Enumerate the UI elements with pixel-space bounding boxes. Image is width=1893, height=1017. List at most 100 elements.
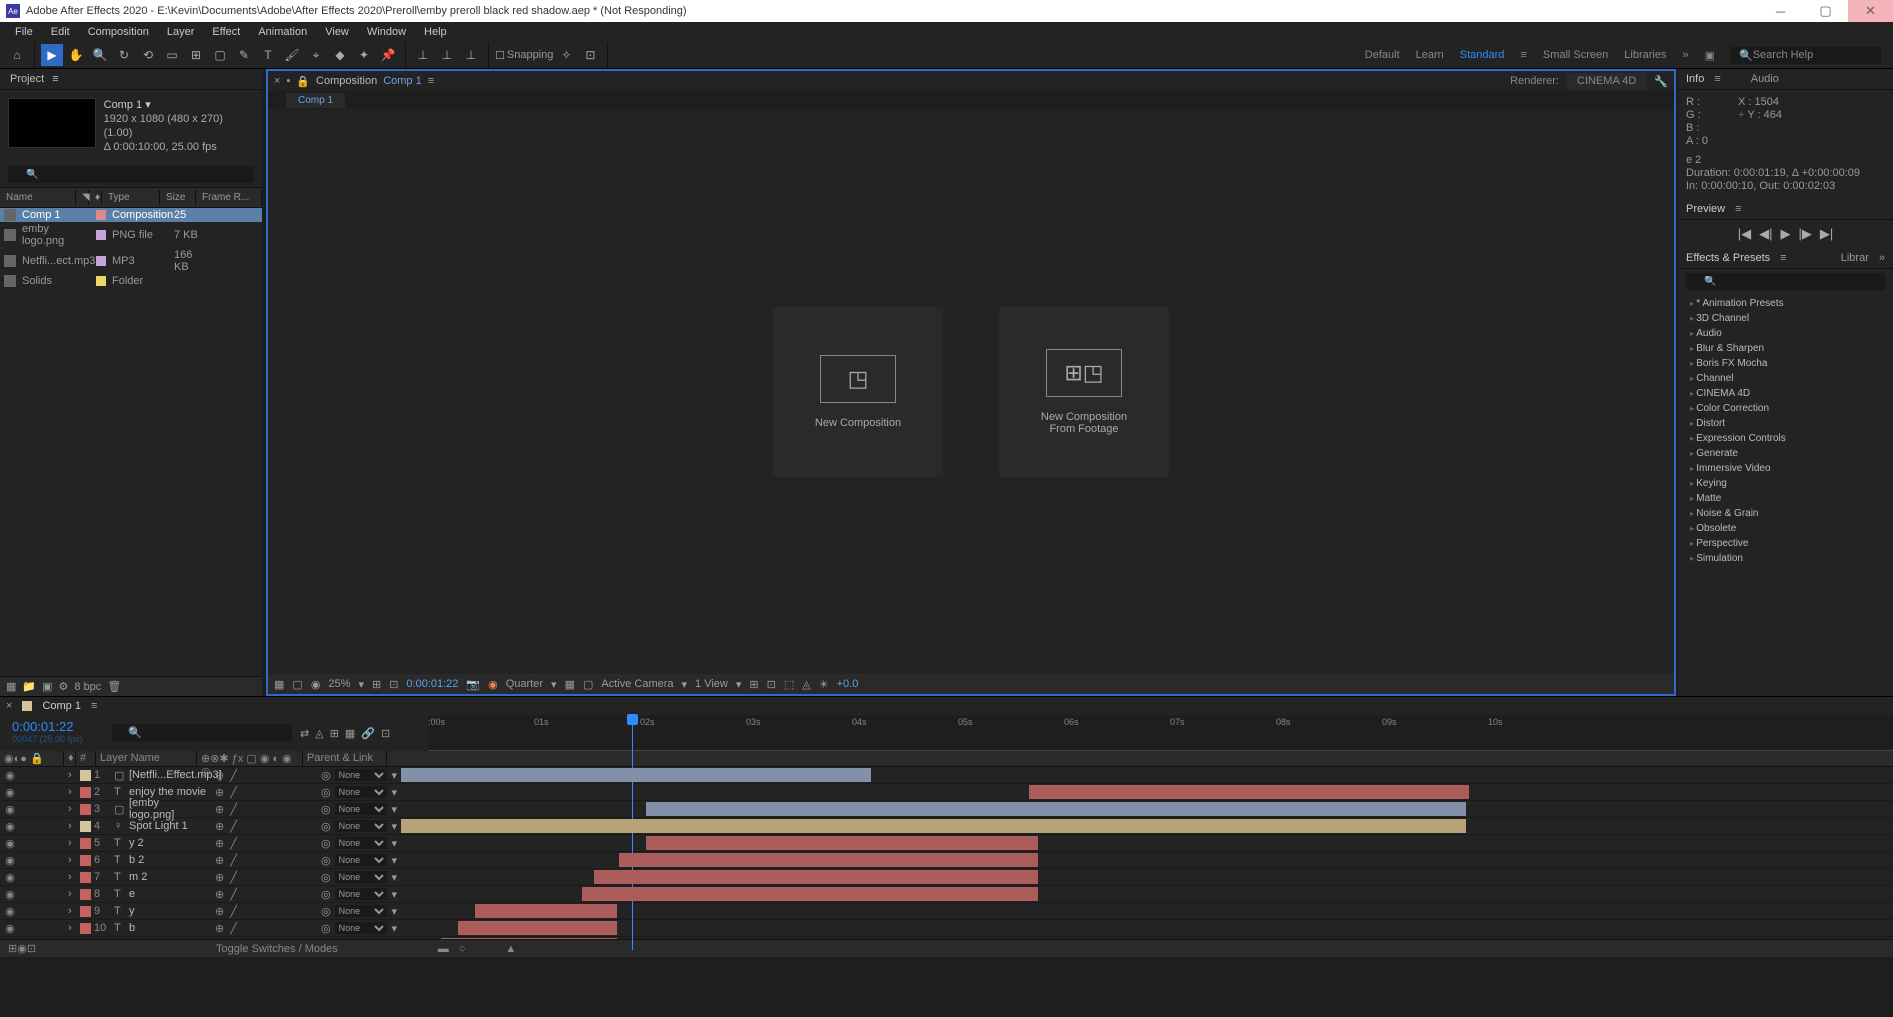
effect-category[interactable]: Expression Controls <box>1682 431 1889 446</box>
exposure-icon[interactable]: ☀ <box>819 678 829 691</box>
effect-category[interactable]: Keying <box>1682 476 1889 491</box>
quality-value[interactable]: Quarter <box>506 678 543 690</box>
ws-learn[interactable]: Learn <box>1416 49 1444 61</box>
tl-tool-1[interactable]: ⇄ <box>300 727 309 740</box>
draft-icon[interactable]: ◬ <box>802 678 810 691</box>
play-icon[interactable]: ▶ <box>1781 226 1791 242</box>
res-icon[interactable]: ⊞ <box>372 678 381 691</box>
project-item[interactable]: Comp 1Composition25 <box>0 208 262 222</box>
clone-tool[interactable]: ⌖ <box>305 44 327 66</box>
hand-tool[interactable]: ✋ <box>65 44 87 66</box>
comp-link[interactable]: Comp 1 <box>383 75 422 87</box>
layer-row[interactable]: ◉ › 3 ▢ [emby logo.png] ⊕╱ ◎None▾ <box>0 801 1893 818</box>
preview-tab[interactable]: Preview <box>1686 203 1725 215</box>
tl-foot-2[interactable]: ◉ <box>17 942 27 955</box>
local-axis-icon[interactable]: ⊥ <box>412 44 434 66</box>
snap-edge-icon[interactable]: ⊡ <box>579 44 601 66</box>
audio-tab[interactable]: Audio <box>1751 73 1779 85</box>
camera-value[interactable]: Active Camera <box>601 678 673 690</box>
effect-category[interactable]: Blur & Sharpen <box>1682 341 1889 356</box>
col-size[interactable]: Size <box>160 190 196 205</box>
puppet-tool[interactable]: 📌 <box>377 44 399 66</box>
timeline-tab[interactable]: Comp 1 <box>42 700 81 712</box>
lock2-icon[interactable]: 🔒 <box>296 75 310 88</box>
menu-effect[interactable]: Effect <box>203 26 249 38</box>
hamburger-icon[interactable]: ≡ <box>1520 49 1526 61</box>
search-help[interactable]: 🔍 Search Help <box>1731 47 1881 64</box>
view-value[interactable]: 1 View <box>695 678 728 690</box>
tl-tool-3[interactable]: ⊞ <box>330 727 339 740</box>
effect-category[interactable]: Color Correction <box>1682 401 1889 416</box>
mask-icon[interactable]: ◉ <box>311 678 321 691</box>
snapping-label[interactable]: Snapping <box>507 49 554 61</box>
tl-tool-2[interactable]: ◬ <box>315 727 323 740</box>
toggle-switches[interactable]: Toggle Switches / Modes <box>216 943 338 955</box>
roto-tool[interactable]: ✦ <box>353 44 375 66</box>
zoom-in-icon[interactable]: ▲ <box>505 943 516 955</box>
maximize-button[interactable]: ▢ <box>1803 0 1848 22</box>
interpret-icon[interactable]: ▦ <box>6 680 16 693</box>
col-frame[interactable]: Frame R... <box>196 190 262 205</box>
toggle-icon[interactable]: ▢ <box>292 678 302 691</box>
timecode[interactable]: 0:00:01:22 <box>12 719 96 734</box>
menu-animation[interactable]: Animation <box>249 26 316 38</box>
tl-tool-6[interactable]: ⊡ <box>381 727 390 740</box>
world-axis-icon[interactable]: ⊥ <box>436 44 458 66</box>
menu-composition[interactable]: Composition <box>79 26 158 38</box>
pixel-icon[interactable]: ⊞ <box>749 678 758 691</box>
bpc-label[interactable]: 8 bpc <box>74 681 101 693</box>
first-frame-icon[interactable]: |◀ <box>1738 226 1751 242</box>
layer-row[interactable]: ◉ › 2 T enjoy the movie ⊕╱ ◎None▾ <box>0 784 1893 801</box>
alpha-icon[interactable]: ▦ <box>274 678 284 691</box>
layer-row[interactable]: ◉ › 6 T b 2 ⊕╱ ◎None▾ <box>0 852 1893 869</box>
new-composition-footage-button[interactable]: ⊞◳ New Composition From Footage <box>999 307 1169 477</box>
pen-tool[interactable]: ✎ <box>233 44 255 66</box>
last-frame-icon[interactable]: ▶| <box>1820 226 1833 242</box>
project-item[interactable]: Netfli...ect.mp3MP3166 KB <box>0 248 262 274</box>
renderer-value[interactable]: CINEMA 4D <box>1567 73 1646 89</box>
comp-icon[interactable]: ▣ <box>42 680 52 693</box>
rotate-tool[interactable]: ⟲ <box>137 44 159 66</box>
tl-tool-4[interactable]: ▦ <box>345 727 355 740</box>
effect-category[interactable]: CINEMA 4D <box>1682 386 1889 401</box>
close-tl-icon[interactable]: × <box>6 700 12 712</box>
exposure-value[interactable]: +0.0 <box>837 678 859 690</box>
shape-tool[interactable]: ▢ <box>209 44 231 66</box>
project-tab[interactable]: Project <box>10 73 44 85</box>
more-workspaces-icon[interactable]: » <box>1682 49 1688 61</box>
effect-category[interactable]: 3D Channel <box>1682 311 1889 326</box>
zoom-value[interactable]: 25% <box>328 678 350 690</box>
effect-category[interactable]: Perspective <box>1682 536 1889 551</box>
effect-category[interactable]: Audio <box>1682 326 1889 341</box>
selection-tool[interactable]: ▶ <box>41 44 63 66</box>
trash-icon[interactable]: 🗑 <box>107 680 121 693</box>
effects-search-input[interactable] <box>1686 273 1885 290</box>
ws-libraries[interactable]: Libraries <box>1624 49 1666 61</box>
3d-icon[interactable]: ⬚ <box>784 678 794 691</box>
close-button[interactable]: ✕ <box>1848 0 1893 22</box>
layer-row[interactable]: ◉ › 1 ▢ [Netfli...Effect.mp3] ⊕╱ ◎None▾ <box>0 767 1893 784</box>
project-item[interactable]: SolidsFolder <box>0 274 262 288</box>
brush-tool[interactable]: 🖌 <box>281 44 303 66</box>
layer-row[interactable]: ◉ › 10 T b ⊕╱ ◎None▾ <box>0 920 1893 937</box>
menu-help[interactable]: Help <box>415 26 456 38</box>
grid-icon[interactable]: ⊡ <box>389 678 398 691</box>
home-icon[interactable]: ⌂ <box>6 44 28 66</box>
effect-category[interactable]: Distort <box>1682 416 1889 431</box>
layer-row[interactable]: ◉ › 9 T y ⊕╱ ◎None▾ <box>0 903 1893 920</box>
panel-menu-icon[interactable]: ≡ <box>428 75 434 87</box>
camera-tool[interactable]: ▭ <box>161 44 183 66</box>
ws-standard[interactable]: Standard <box>1460 49 1505 61</box>
effect-category[interactable]: Noise & Grain <box>1682 506 1889 521</box>
project-item[interactable]: emby logo.pngPNG file7 KB <box>0 222 262 248</box>
effect-category[interactable]: Generate <box>1682 446 1889 461</box>
prev-frame-icon[interactable]: ◀| <box>1759 226 1772 242</box>
effect-category[interactable]: Channel <box>1682 371 1889 386</box>
next-frame-icon[interactable]: |▶ <box>1799 226 1812 242</box>
col-type[interactable]: Type <box>102 190 160 205</box>
effects-tab[interactable]: Effects & Presets <box>1686 252 1770 264</box>
orbit-tool[interactable]: ↻ <box>113 44 135 66</box>
timeline-search[interactable] <box>112 724 292 742</box>
effect-category[interactable]: Obsolete <box>1682 521 1889 536</box>
project-search-input[interactable] <box>8 166 254 183</box>
